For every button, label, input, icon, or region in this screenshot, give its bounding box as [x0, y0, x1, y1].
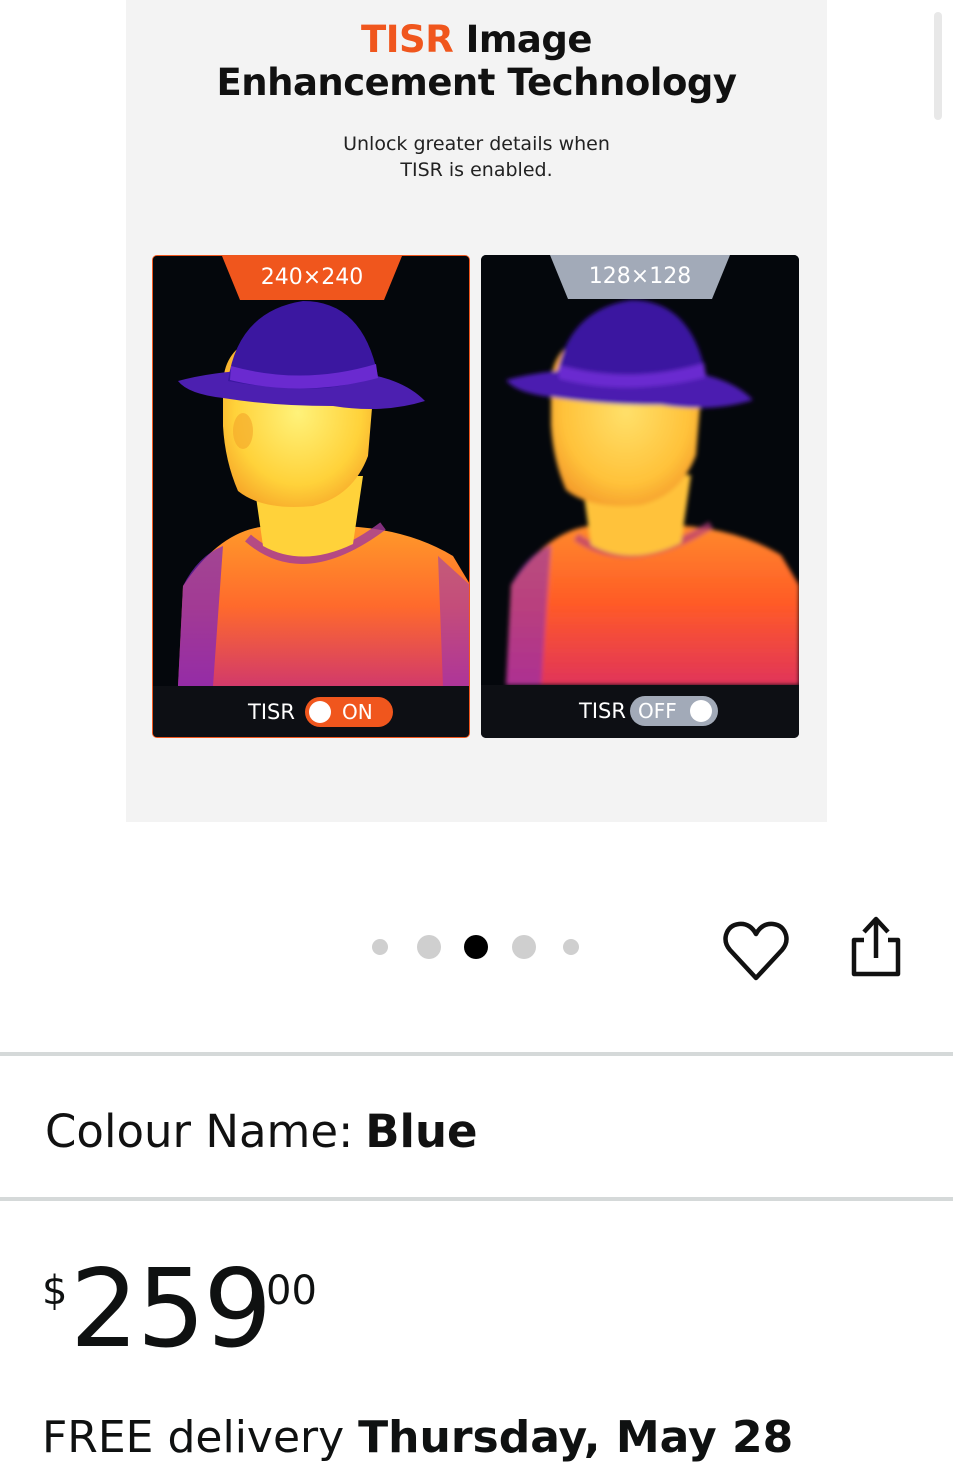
promo-title-rest: Image	[453, 18, 593, 61]
share-button[interactable]	[842, 912, 910, 980]
resolution-tag: 128×128	[550, 255, 730, 299]
promo-title-accent: TISR	[361, 18, 454, 61]
resolution-tag: 240×240	[222, 256, 402, 300]
heart-icon	[723, 921, 789, 981]
price-whole: 259	[70, 1247, 272, 1372]
carousel-dot-active[interactable]	[464, 935, 488, 959]
delivery-prefix: FREE delivery	[42, 1412, 345, 1463]
thermal-portrait-sharp	[153, 256, 469, 686]
scrollbar[interactable]	[934, 12, 942, 120]
carousel-dots	[370, 934, 585, 960]
price-currency-symbol: $	[42, 1268, 68, 1314]
product-image[interactable]: TISR Image Enhancement Technology Unlock…	[126, 0, 827, 822]
wishlist-button[interactable]	[722, 916, 790, 984]
toggle-state: ON	[342, 700, 373, 724]
share-icon	[851, 916, 901, 977]
section-divider	[0, 1197, 953, 1201]
section-divider	[0, 1052, 953, 1056]
delivery-info: FREE delivery Thursday, May 28	[42, 1412, 793, 1464]
promo-subtitle-line2: TISR is enabled.	[400, 159, 553, 181]
carousel-dot[interactable]	[372, 939, 388, 955]
colour-name-row[interactable]: Colour Name: Blue	[45, 1104, 478, 1160]
toggle-knob	[690, 700, 712, 722]
toggle-bar: TISR ON	[153, 686, 469, 737]
carousel-dot[interactable]	[512, 935, 536, 959]
thermal-portrait-blurry	[481, 255, 799, 685]
promo-title: TISR Image Enhancement Technology	[126, 18, 827, 104]
delivery-date: Thursday, May 28	[358, 1412, 794, 1463]
toggle-label: TISR	[579, 699, 626, 723]
carousel-dot[interactable]	[563, 939, 579, 955]
toggle-state: OFF	[638, 699, 677, 723]
carousel-dot[interactable]	[417, 935, 441, 959]
toggle-label: TISR	[248, 700, 295, 724]
tisr-toggle-on: ON	[305, 697, 393, 727]
toggle-knob	[309, 701, 331, 723]
promo-subtitle-line1: Unlock greater details when	[343, 133, 610, 155]
price-fraction: 00	[266, 1268, 317, 1314]
thermal-panel-tisr-off: 128×128 TISR OFF	[481, 255, 799, 738]
colour-name-label: Colour Name:	[45, 1105, 354, 1158]
promo-title-line2: Enhancement Technology	[216, 61, 737, 104]
thermal-panel-tisr-on: 240×240 TISR ON	[152, 255, 470, 738]
promo-subtitle: Unlock greater details when TISR is enab…	[126, 131, 827, 183]
colour-name-value: Blue	[365, 1105, 478, 1158]
tisr-toggle-off: OFF	[630, 696, 718, 726]
toggle-bar: TISR OFF	[481, 685, 799, 738]
